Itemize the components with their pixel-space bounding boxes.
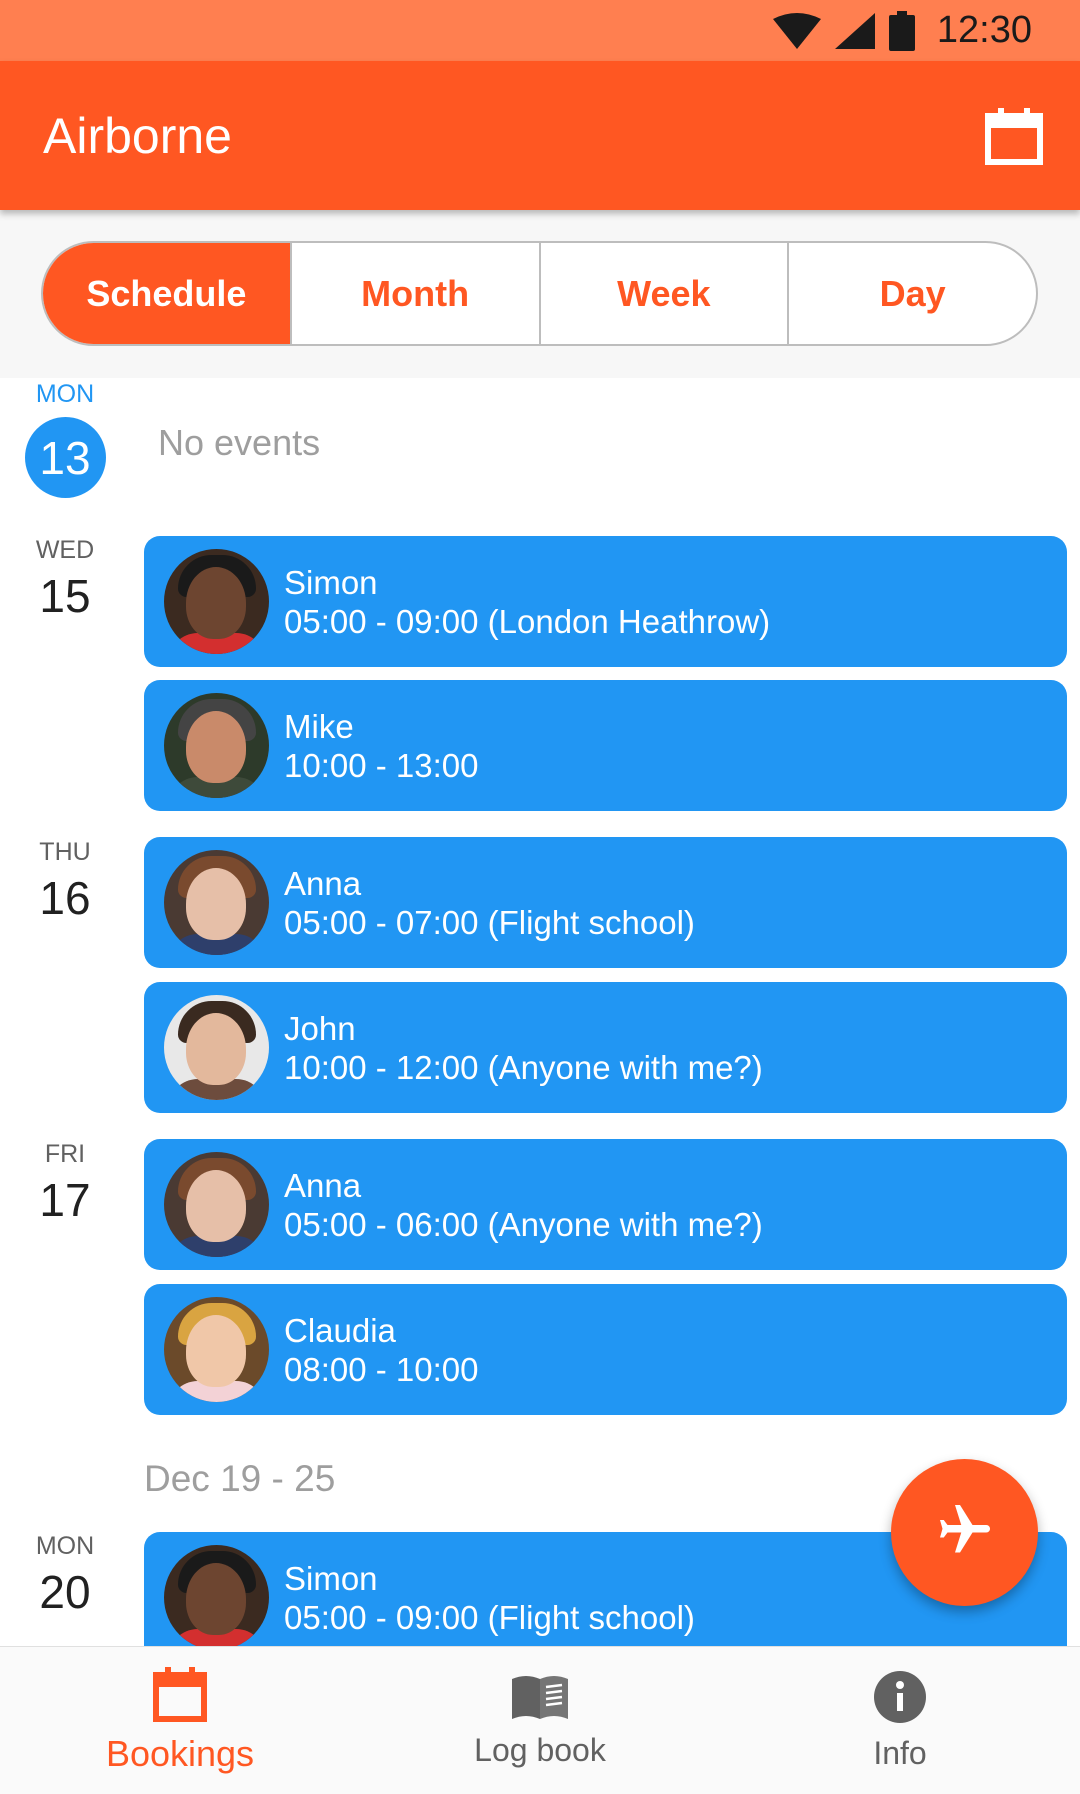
nav-label: Info bbox=[873, 1734, 927, 1771]
avatar bbox=[164, 1297, 269, 1402]
app-bar: Airborne bbox=[0, 61, 1080, 210]
avatar bbox=[164, 850, 269, 955]
status-bar: 12:30 bbox=[0, 0, 1080, 61]
schedule-list[interactable]: MON 13 No events WED 15 Simon 05:00 - 09… bbox=[0, 378, 1080, 1646]
event-time: 05:00 - 09:00 (London Heathrow) bbox=[284, 602, 771, 640]
tab-schedule[interactable]: Schedule bbox=[43, 243, 290, 344]
day-of-week: THU bbox=[39, 838, 91, 866]
event-card[interactable]: Anna 05:00 - 06:00 (Anyone with me?) bbox=[144, 1139, 1067, 1270]
day-number: 17 bbox=[39, 1174, 91, 1226]
app-title: Airborne bbox=[43, 107, 232, 164]
day-label: THU 16 bbox=[0, 838, 130, 925]
tab-day[interactable]: Day bbox=[787, 243, 1036, 344]
nav-bookings[interactable]: Bookings bbox=[0, 1647, 360, 1794]
event-name: John bbox=[284, 1009, 356, 1047]
day-of-week: FRI bbox=[44, 1140, 86, 1168]
event-card[interactable]: John 10:00 - 12:00 (Anyone with me?) bbox=[144, 982, 1067, 1113]
day-number: 20 bbox=[39, 1566, 91, 1618]
day-label: MON 13 bbox=[0, 380, 130, 498]
nav-info[interactable]: Info bbox=[720, 1647, 1080, 1794]
event-time: 05:00 - 06:00 (Anyone with me?) bbox=[284, 1205, 763, 1243]
day-label: WED 15 bbox=[0, 536, 130, 623]
event-name: Simon bbox=[284, 563, 378, 601]
event-time: 10:00 - 13:00 bbox=[284, 746, 479, 784]
event-time: 10:00 - 12:00 (Anyone with me?) bbox=[284, 1048, 763, 1086]
event-name: Mike bbox=[284, 707, 354, 745]
event-name: Simon bbox=[284, 1559, 378, 1597]
bottom-navigation: Bookings Log book Info bbox=[0, 1646, 1080, 1794]
avatar bbox=[164, 995, 269, 1100]
event-name: Anna bbox=[284, 864, 362, 902]
status-time: 12:30 bbox=[936, 9, 1032, 51]
event-time: 05:00 - 07:00 (Flight school) bbox=[284, 903, 695, 941]
event-time: 08:00 - 10:00 bbox=[284, 1350, 479, 1388]
event-name: Claudia bbox=[284, 1311, 396, 1349]
calendar-icon bbox=[153, 1666, 207, 1727]
day-label: MON 20 bbox=[0, 1532, 130, 1619]
cell-signal-icon bbox=[834, 12, 875, 49]
today-date-badge: 13 bbox=[24, 417, 106, 498]
battery-icon bbox=[888, 10, 915, 51]
tab-week[interactable]: Week bbox=[538, 243, 788, 344]
airplane-icon bbox=[935, 1500, 995, 1565]
event-card[interactable]: Claudia 08:00 - 10:00 bbox=[144, 1284, 1067, 1415]
calendar-icon[interactable] bbox=[984, 106, 1044, 166]
book-icon bbox=[510, 1673, 570, 1726]
week-range-header: Dec 19 - 25 bbox=[144, 1458, 336, 1499]
nav-label: Log book bbox=[474, 1731, 606, 1768]
view-selector: Schedule Month Week Day bbox=[41, 241, 1038, 346]
avatar bbox=[164, 693, 269, 798]
event-card[interactable]: Simon 05:00 - 09:00 (London Heathrow) bbox=[144, 536, 1067, 667]
day-of-week: MON bbox=[35, 1532, 95, 1560]
avatar bbox=[164, 1152, 269, 1257]
day-label: FRI 17 bbox=[0, 1140, 130, 1227]
info-icon bbox=[873, 1670, 927, 1729]
day-number: 15 bbox=[39, 570, 91, 622]
day-of-week: WED bbox=[35, 536, 95, 564]
nav-log-book[interactable]: Log book bbox=[360, 1647, 720, 1794]
wifi-icon bbox=[772, 12, 821, 49]
avatar bbox=[164, 1545, 269, 1646]
event-card[interactable]: Anna 05:00 - 07:00 (Flight school) bbox=[144, 837, 1067, 968]
tab-month[interactable]: Month bbox=[289, 243, 539, 344]
add-flight-button[interactable] bbox=[891, 1459, 1038, 1606]
event-card[interactable]: Mike 10:00 - 13:00 bbox=[144, 680, 1067, 811]
view-selector-area: Schedule Month Week Day bbox=[0, 210, 1080, 378]
avatar bbox=[164, 549, 269, 654]
event-time: 05:00 - 09:00 (Flight school) bbox=[284, 1598, 695, 1636]
day-of-week: MON bbox=[35, 380, 95, 408]
no-events-text: No events bbox=[158, 422, 321, 463]
event-name: Anna bbox=[284, 1166, 362, 1204]
nav-label: Bookings bbox=[105, 1733, 255, 1774]
day-number: 16 bbox=[39, 872, 91, 924]
